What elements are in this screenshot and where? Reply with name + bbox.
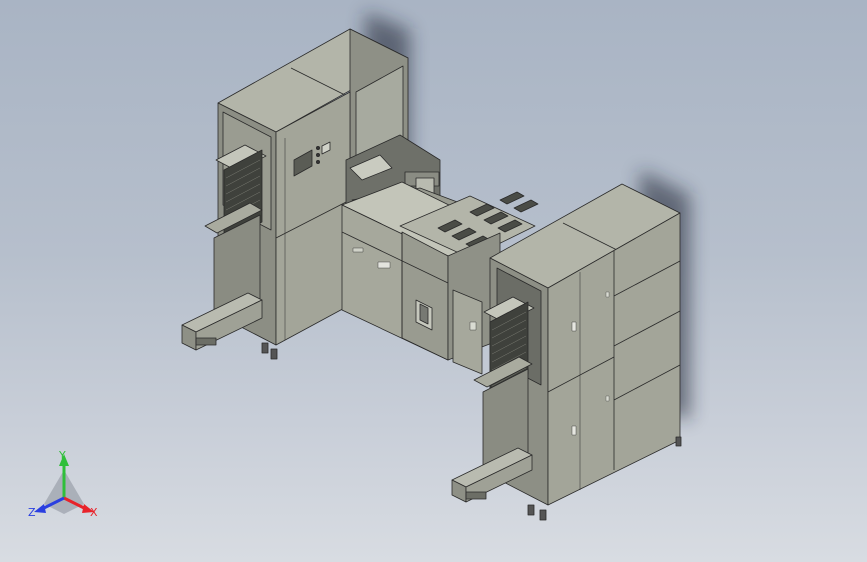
y-axis-label: Y — [58, 449, 66, 462]
z-arrow-icon — [34, 504, 46, 513]
x-axis-label: X — [90, 506, 98, 519]
axis-triad[interactable]: Y X Z — [0, 0, 867, 562]
cad-viewport[interactable]: Y X Z — [0, 0, 867, 562]
z-axis-label: Z — [28, 506, 36, 519]
